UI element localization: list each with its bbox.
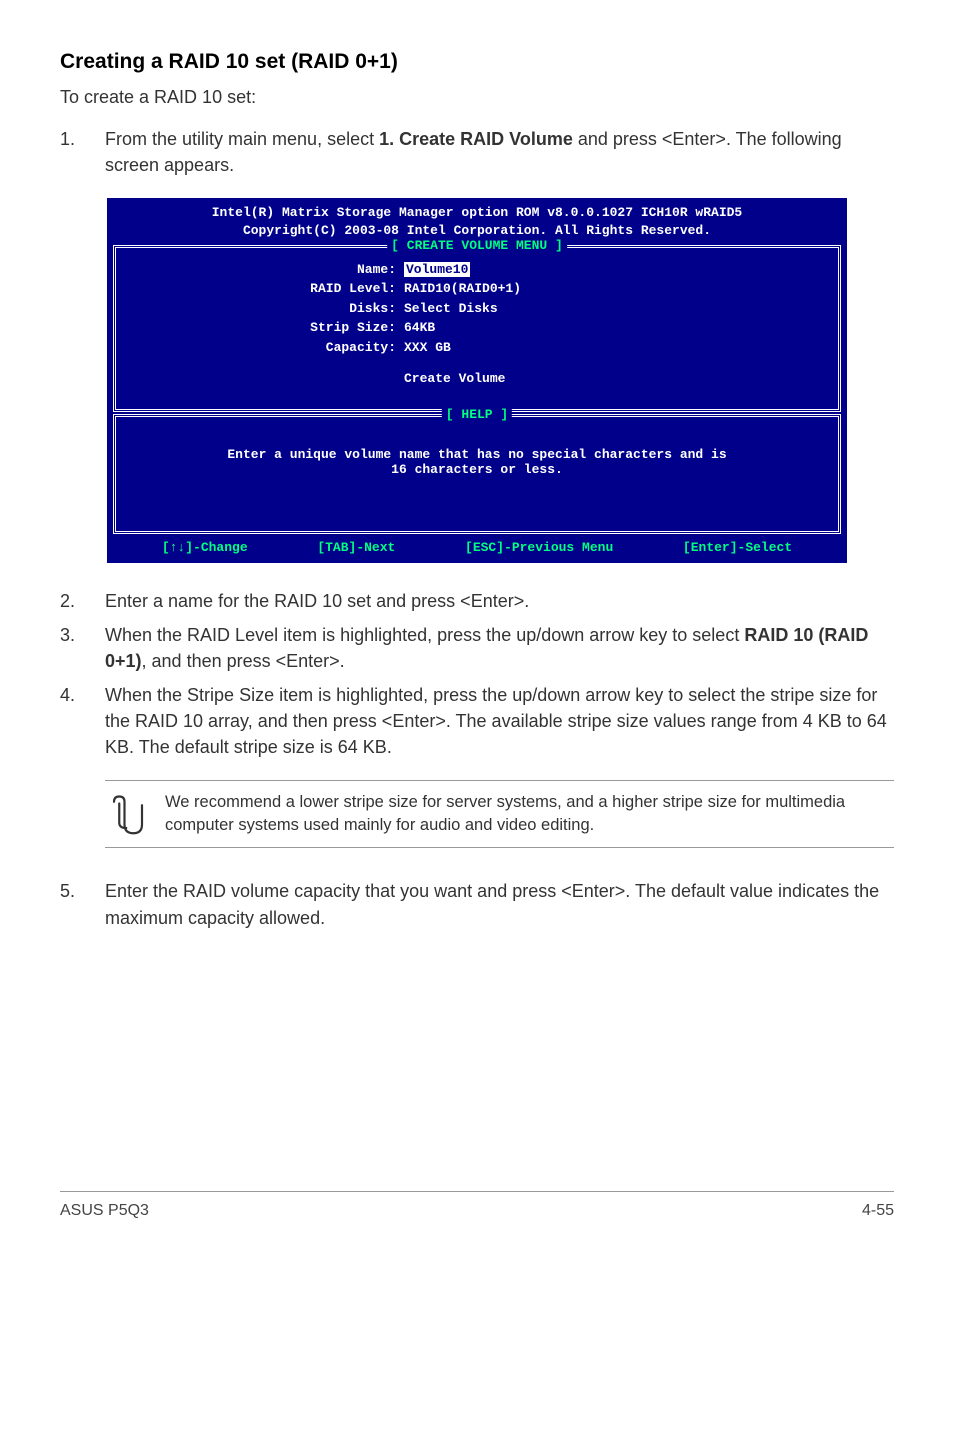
terminal-row: Strip Size: 64KB (124, 318, 830, 338)
bios-terminal: Intel(R) Matrix Storage Manager option R… (107, 198, 847, 562)
step-number: 5. (60, 878, 105, 930)
spacer (124, 369, 404, 389)
step-number: 3. (60, 622, 105, 674)
list-item: 1. From the utility main menu, select 1.… (60, 126, 894, 178)
footer-right: 4-55 (862, 1202, 894, 1220)
field-value: 64KB (404, 318, 830, 338)
section-heading: Creating a RAID 10 set (RAID 0+1) (60, 50, 894, 74)
help-text: 16 characters or less. (124, 462, 830, 477)
field-value: Select Disks (404, 299, 830, 319)
terminal-footer: [↑↓]-Change [TAB]-Next [ESC]-Previous Me… (107, 536, 847, 563)
terminal-row: Create Volume (124, 369, 830, 389)
terminal-header-line: Intel(R) Matrix Storage Manager option R… (107, 204, 847, 222)
field-label: Capacity: (124, 338, 404, 358)
terminal-header: Intel(R) Matrix Storage Manager option R… (107, 198, 847, 242)
ordered-list: 5. Enter the RAID volume capacity that y… (60, 878, 894, 930)
step-text: , and then press <Enter>. (142, 651, 345, 671)
footer-left: ASUS P5Q3 (60, 1202, 149, 1220)
intro-text: To create a RAID 10 set: (60, 84, 894, 110)
step-content: When the Stripe Size item is highlighted… (105, 682, 894, 760)
list-item: 4. When the Stripe Size item is highligh… (60, 682, 894, 760)
list-item: 3. When the RAID Level item is highlight… (60, 622, 894, 674)
terminal-row: Name: Volume10 (124, 260, 830, 280)
create-volume-box: [ CREATE VOLUME MENU ] Name: Volume10 RA… (113, 245, 841, 412)
key-hint-next: [TAB]-Next (317, 540, 395, 555)
paperclip-icon (107, 793, 149, 835)
field-value: Volume10 (404, 260, 830, 280)
field-value: XXX GB (404, 338, 830, 358)
list-item: 2. Enter a name for the RAID 10 set and … (60, 588, 894, 614)
terminal-row: Disks: Select Disks (124, 299, 830, 319)
ordered-list: 2. Enter a name for the RAID 10 set and … (60, 588, 894, 761)
name-input-highlight[interactable]: Volume10 (404, 262, 470, 277)
step-number: 4. (60, 682, 105, 760)
key-hint-select: [Enter]-Select (683, 540, 792, 555)
field-value: RAID10(RAID0+1) (404, 279, 830, 299)
box-label: [ HELP ] (442, 407, 512, 422)
step-content: From the utility main menu, select 1. Cr… (105, 126, 894, 178)
list-item: 5. Enter the RAID volume capacity that y… (60, 878, 894, 930)
key-hint-prev: [ESC]-Previous Menu (465, 540, 613, 555)
page-footer: ASUS P5Q3 4-55 (60, 1191, 894, 1220)
step-content: Enter a name for the RAID 10 set and pre… (105, 588, 894, 614)
step-number: 1. (60, 126, 105, 178)
step-number: 2. (60, 588, 105, 614)
create-volume-action[interactable]: Create Volume (404, 369, 830, 389)
ordered-list: 1. From the utility main menu, select 1.… (60, 126, 894, 178)
field-label: Strip Size: (124, 318, 404, 338)
field-label: RAID Level: (124, 279, 404, 299)
step-bold: 1. Create RAID Volume (379, 129, 573, 149)
help-box: [ HELP ] Enter a unique volume name that… (113, 414, 841, 534)
step-text: From the utility main menu, select (105, 129, 379, 149)
help-text: Enter a unique volume name that has no s… (124, 447, 830, 462)
terminal-row: Capacity: XXX GB (124, 338, 830, 358)
field-label: Name: (124, 260, 404, 280)
step-content: Enter the RAID volume capacity that you … (105, 878, 894, 930)
terminal-row: RAID Level: RAID10(RAID0+1) (124, 279, 830, 299)
box-label: [ CREATE VOLUME MENU ] (387, 238, 567, 253)
note-text: We recommend a lower stripe size for ser… (165, 791, 894, 837)
key-hint-change: [↑↓]-Change (162, 540, 248, 555)
step-content: When the RAID Level item is highlighted,… (105, 622, 894, 674)
note-callout: We recommend a lower stripe size for ser… (105, 780, 894, 848)
field-label: Disks: (124, 299, 404, 319)
step-text: When the RAID Level item is highlighted,… (105, 625, 744, 645)
note-icon (105, 791, 150, 836)
